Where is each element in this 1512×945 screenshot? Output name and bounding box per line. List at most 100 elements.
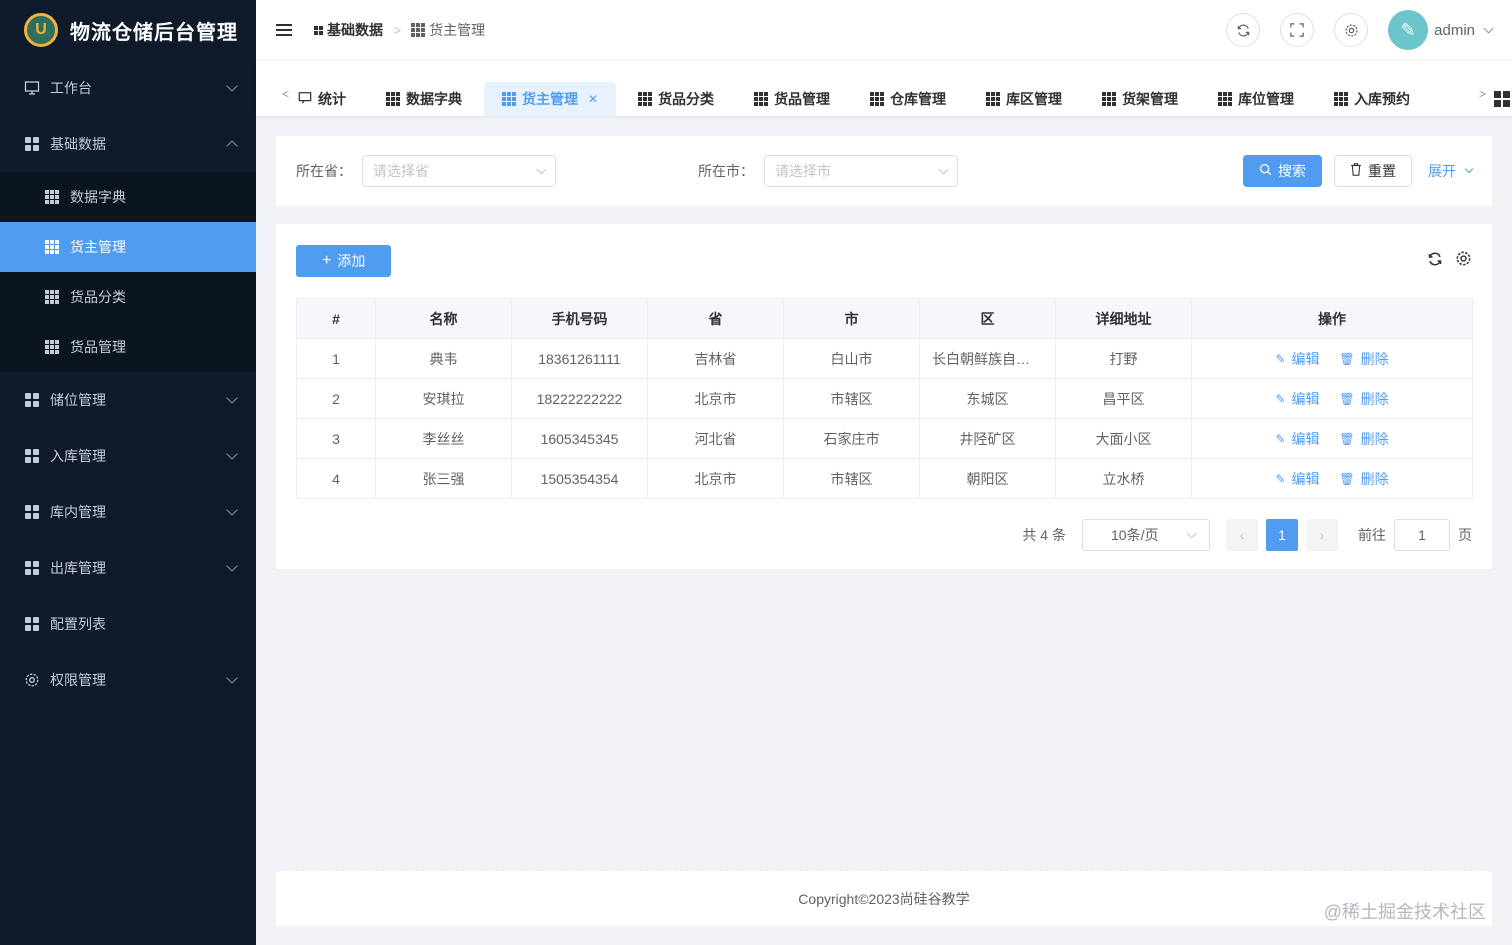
tab-location[interactable]: 库位管理 xyxy=(1200,82,1312,116)
table-actions: ✎ 编辑 🗑 删除 xyxy=(1191,338,1473,379)
table-actions: ✎ 编辑 🗑 删除 xyxy=(1191,378,1473,419)
delete-button[interactable]: 🗑 删除 xyxy=(1339,389,1388,409)
search-form: 所在省： 请选择省 所在市： 请选择市 搜索 重置 展开 xyxy=(276,136,1492,206)
sidebar-item-config[interactable]: 配置列表 xyxy=(0,596,256,652)
trash-icon: 🗑 xyxy=(1339,351,1355,366)
table-card: + 添加 # 名称 手机号码 省 市 区 详细地址 操作 1 典韦 183612… xyxy=(276,224,1492,569)
delete-button[interactable]: 🗑 删除 xyxy=(1339,349,1388,369)
tab-dictionary[interactable]: 数据字典 xyxy=(368,82,480,116)
table-actions: ✎ 编辑 🗑 删除 xyxy=(1191,458,1473,499)
edit-icon: ✎ xyxy=(1275,351,1286,366)
sidebar-item-label: 工作台 xyxy=(50,80,92,96)
copyright-text: Copyright©2023尚硅谷教学 xyxy=(798,890,970,907)
add-button[interactable]: + 添加 xyxy=(296,245,392,277)
breadcrumb-item: 货主管理 xyxy=(429,22,486,38)
tab-goods-category[interactable]: 货品分类 xyxy=(620,82,732,116)
sidebar-item-in-warehouse[interactable]: 库内管理 xyxy=(0,484,256,540)
sidebar-item-dictionary[interactable]: 数据字典 xyxy=(0,172,256,222)
sidebar-item-goods-category[interactable]: 货品分类 xyxy=(0,272,256,322)
sidebar-item-workbench[interactable]: 工作台 xyxy=(0,60,256,116)
table-icon xyxy=(44,239,60,255)
sidebar-item-goods[interactable]: 货品管理 xyxy=(0,322,256,372)
chevron-right-icon[interactable]: > xyxy=(1479,87,1486,101)
tabs-menu-icon[interactable] xyxy=(1494,91,1510,107)
column-header: # xyxy=(296,298,376,339)
tab-statistics[interactable]: 统计 xyxy=(280,82,364,116)
table-icon xyxy=(44,339,60,355)
tab-goods[interactable]: 货品管理 xyxy=(736,82,848,116)
close-icon[interactable]: ✕ xyxy=(588,92,598,106)
province-select[interactable]: 请选择省 xyxy=(362,155,556,187)
province-placeholder: 请选择省 xyxy=(373,163,429,179)
chevron-left-icon[interactable]: < xyxy=(282,87,289,101)
sidebar-item-owner[interactable]: 货主管理 xyxy=(0,222,256,272)
refresh-icon xyxy=(1237,24,1249,36)
table-header-row: # 名称 手机号码 省 市 区 详细地址 操作 xyxy=(296,298,1473,339)
edit-label: 编辑 xyxy=(1291,430,1320,447)
prev-page-button[interactable]: ‹ xyxy=(1226,519,1258,551)
sidebar-item-outbound[interactable]: 出库管理 xyxy=(0,540,256,596)
next-page-button[interactable]: › xyxy=(1306,519,1338,551)
tab-owner[interactable]: 货主管理 ✕ xyxy=(484,82,617,116)
column-header: 区 xyxy=(919,298,1056,339)
menu-toggle-icon[interactable] xyxy=(276,24,292,36)
delete-button[interactable]: 🗑 删除 xyxy=(1339,469,1388,489)
sidebar-item-permission[interactable]: 权限管理 xyxy=(0,652,256,708)
edit-button[interactable]: ✎ 编辑 xyxy=(1275,469,1319,489)
table-cell: 典韦 xyxy=(375,338,512,379)
tab-bar: < 统计 数据字典 货主管理 ✕ 货品分类 货品管理 仓库管理 库区管理 货架管… xyxy=(256,60,1512,116)
tab-shelf[interactable]: 货架管理 xyxy=(1084,82,1196,116)
owner-table: # 名称 手机号码 省 市 区 详细地址 操作 1 典韦 18361261111… xyxy=(296,298,1473,499)
table-cell: 长白朝鲜族自治县 xyxy=(919,338,1056,379)
sidebar-item-storage[interactable]: 储位管理 xyxy=(0,372,256,428)
settings-button[interactable] xyxy=(1334,13,1369,47)
expand-button[interactable]: 展开 xyxy=(1428,161,1474,181)
monitor-icon xyxy=(24,80,40,96)
search-button[interactable]: 搜索 xyxy=(1243,155,1322,187)
brand: U 物流仓储后台管理 xyxy=(0,0,256,60)
tab-label: 统计 xyxy=(318,91,346,107)
table-cell: 18361261111 xyxy=(511,338,648,379)
trash-icon xyxy=(1350,163,1362,179)
user-name[interactable]: admin xyxy=(1434,22,1475,39)
refresh-button[interactable] xyxy=(1226,13,1261,47)
tab-zone[interactable]: 库区管理 xyxy=(968,82,1080,116)
table-cell: 3 xyxy=(296,418,376,459)
tab-warehouse[interactable]: 仓库管理 xyxy=(852,82,964,116)
page-size-value: 10条/页 xyxy=(1111,527,1159,543)
fullscreen-button[interactable] xyxy=(1280,13,1315,47)
goto-page-input[interactable]: 1 xyxy=(1394,519,1450,551)
edit-button[interactable]: ✎ 编辑 xyxy=(1275,389,1319,409)
page-size-select[interactable]: 10条/页 xyxy=(1082,519,1210,551)
tab-label: 数据字典 xyxy=(406,91,462,107)
edit-button[interactable]: ✎ 编辑 xyxy=(1275,349,1319,369)
tab-label: 货品分类 xyxy=(658,91,715,107)
goto-label: 前往 xyxy=(1358,527,1386,543)
delete-button[interactable]: 🗑 删除 xyxy=(1339,429,1388,449)
sidebar-item-inbound[interactable]: 入库管理 xyxy=(0,428,256,484)
table-icon xyxy=(754,92,769,106)
add-button-label: 添加 xyxy=(337,253,366,269)
tab-inbound-booking[interactable]: 入库预约 xyxy=(1316,82,1428,116)
chevron-down-icon[interactable] xyxy=(1483,23,1494,33)
column-header: 手机号码 xyxy=(511,298,648,339)
table-row: 2 安琪拉 18222222222 北京市 市辖区 东城区 昌平区 ✎ 编辑 🗑 删… xyxy=(296,378,1473,419)
table-icon xyxy=(44,289,60,305)
sidebar-item-basic-data[interactable]: 基础数据 xyxy=(0,116,256,172)
breadcrumb-item[interactable]: 基础数据 xyxy=(327,20,383,40)
reset-button-label: 重置 xyxy=(1368,163,1396,179)
brand-title: 物流仓储后台管理 xyxy=(70,21,238,44)
expand-label: 展开 xyxy=(1428,163,1456,179)
edit-button[interactable]: ✎ 编辑 xyxy=(1275,429,1319,449)
page-number-button[interactable]: 1 xyxy=(1266,519,1298,551)
sidebar-item-label: 库内管理 xyxy=(50,504,106,520)
avatar[interactable]: ✎ xyxy=(1388,10,1429,50)
gear-icon[interactable] xyxy=(1455,250,1472,272)
chevron-down-icon xyxy=(226,80,238,92)
table-cell: 市辖区 xyxy=(783,378,920,419)
tab-label: 库区管理 xyxy=(1006,91,1063,107)
reset-button[interactable]: 重置 xyxy=(1334,155,1412,187)
tab-label: 库位管理 xyxy=(1238,91,1295,107)
refresh-icon[interactable] xyxy=(1427,251,1443,272)
city-select[interactable]: 请选择市 xyxy=(764,155,958,187)
